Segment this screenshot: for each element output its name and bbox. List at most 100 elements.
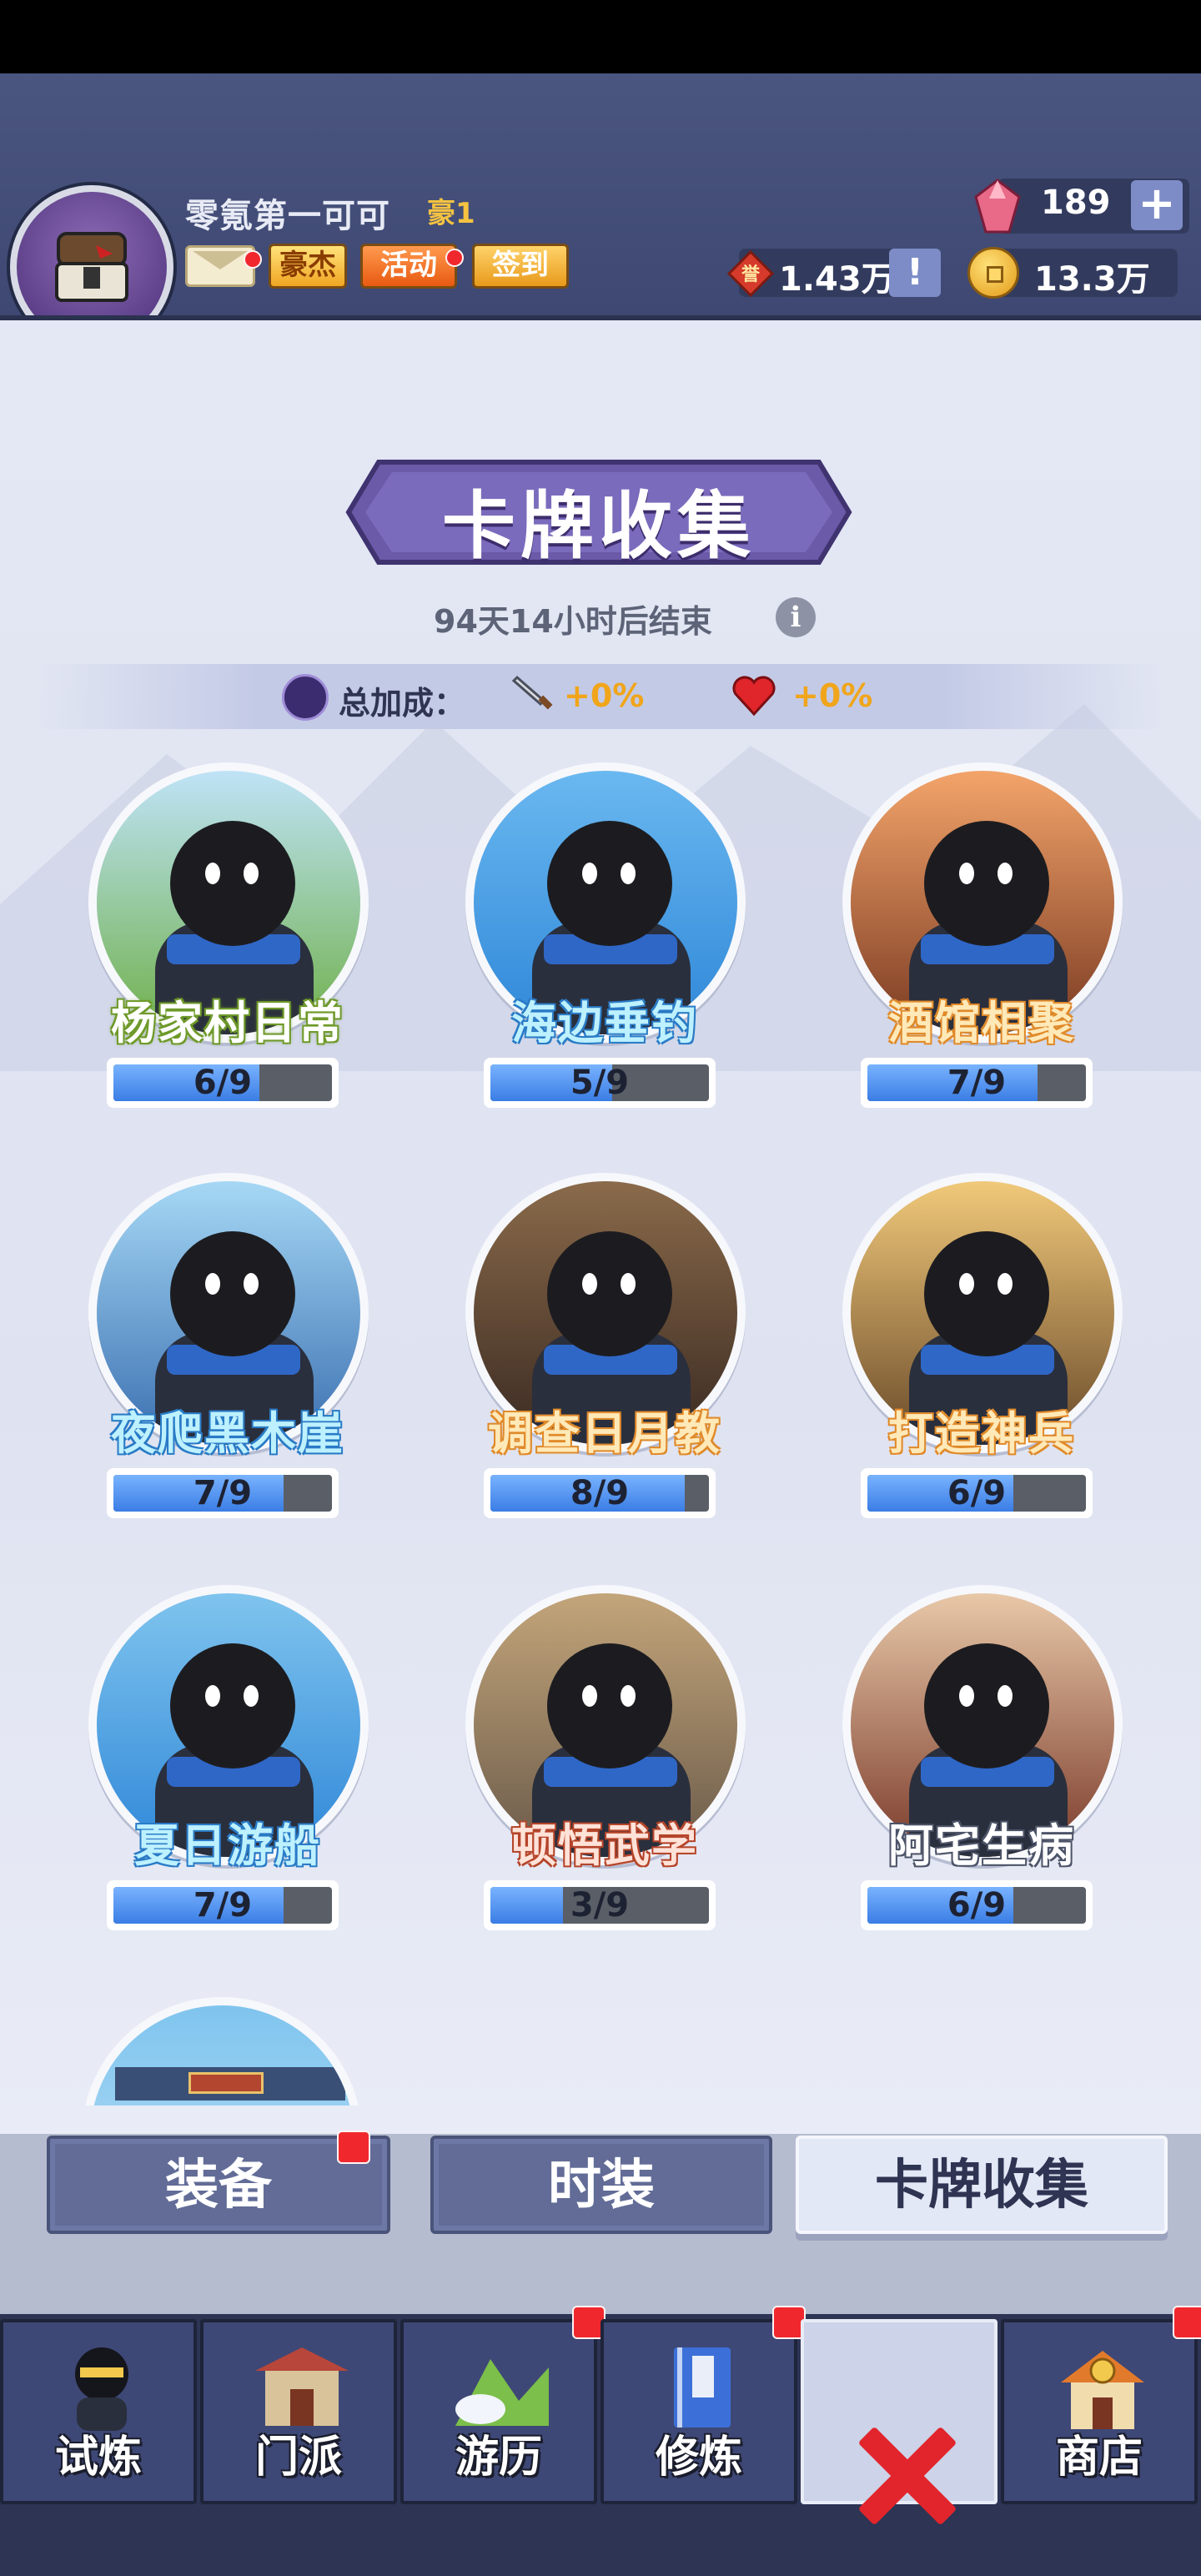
coin-count: 13.3万	[1034, 260, 1150, 299]
card-name: 打造神兵	[888, 1407, 1075, 1460]
card-illustration	[82, 1997, 362, 2106]
equipment-notification-dot	[337, 2131, 370, 2164]
card-name: 杨家村日常	[111, 997, 344, 1049]
hp-bonus-value: +0%	[792, 677, 873, 714]
card-name: 海边垂钓	[511, 997, 698, 1049]
app-screen: 零氪第一可可 豪1 豪杰 活动 签到 189 + 誉 1.43万 ! 13.3万…	[0, 73, 1201, 2576]
activity-notification-dot	[445, 249, 464, 267]
character-eye	[621, 1685, 636, 1707]
card-item[interactable]: 顿悟武学 3/9	[459, 1585, 751, 1952]
card-progress-count: 8/9	[570, 1475, 630, 1512]
card-progress-bar: 6/9	[861, 1880, 1093, 1930]
nav-shop[interactable]: 商店	[1001, 2319, 1198, 2504]
character-head	[170, 1643, 295, 1768]
character-head	[547, 1231, 672, 1356]
card-name: 夜爬黑木崖	[111, 1407, 344, 1460]
card-item[interactable]: 调查日月教 8/9	[459, 1173, 751, 1540]
status-bar	[0, 0, 1201, 73]
card-item[interactable]: 阿宅生病 6/9	[836, 1585, 1128, 1952]
character-eye	[582, 863, 597, 884]
nav-trial[interactable]: 试炼	[0, 2319, 197, 2504]
character-eye	[205, 863, 220, 884]
card-progress-bar: 6/9	[107, 1058, 339, 1108]
character-eye	[997, 1273, 1013, 1295]
mail-icon[interactable]	[185, 245, 255, 287]
mail-notification-dot	[244, 250, 262, 269]
card-item[interactable]: 酒馆相聚 7/9	[836, 762, 1128, 1130]
card-progress-bar: 3/9	[484, 1880, 716, 1930]
heart-icon	[732, 676, 776, 717]
progress-track: 6/9	[867, 1475, 1086, 1512]
card-item[interactable]: 打造神兵 6/9	[836, 1173, 1128, 1540]
treasure-chest-icon	[55, 232, 128, 302]
card-name: 酒馆相聚	[888, 997, 1075, 1049]
character-eye	[582, 1273, 597, 1295]
signin-button[interactable]: 签到	[472, 244, 569, 289]
card-name: 阿宅生病	[888, 1819, 1075, 1872]
character-eye	[244, 1273, 259, 1295]
card-progress-count: 5/9	[570, 1064, 630, 1101]
card-item-partial[interactable]	[82, 1997, 362, 2106]
attack-bonus-value: +0%	[564, 677, 645, 714]
nav-travel-label: 游历	[455, 2433, 542, 2483]
card-item[interactable]: 夏日游船 7/9	[82, 1585, 374, 1952]
card-item[interactable]: 杨家村日常 6/9	[82, 762, 374, 1130]
total-bonus-label: 总加成：	[339, 685, 466, 722]
card-progress-bar: 7/9	[107, 1880, 339, 1930]
character-eye	[244, 863, 259, 884]
nav-cultivate[interactable]: 修炼	[600, 2319, 797, 2504]
mountain-icon	[455, 2359, 549, 2426]
card-progress-bar: 7/9	[107, 1468, 339, 1518]
character-head	[547, 1643, 672, 1768]
character-eye	[582, 1685, 597, 1707]
progress-track: 7/9	[867, 1064, 1086, 1101]
panel-title: 卡牌收集	[441, 483, 756, 569]
card-collection-panel: 卡牌收集 94天14小时后结束 i 总加成： +0% +0% 杨家村日常 6/9 海…	[0, 315, 1201, 2134]
info-icon[interactable]: i	[776, 597, 816, 637]
card-item[interactable]: 夜爬黑木崖 7/9	[82, 1173, 374, 1540]
vip-level: 豪1	[427, 197, 475, 230]
activity-button[interactable]: 活动	[360, 244, 457, 289]
card-name: 顿悟武学	[511, 1819, 698, 1872]
card-item[interactable]: 海边垂钓 5/9	[459, 762, 751, 1130]
character-eye	[621, 1273, 636, 1295]
nav-travel[interactable]: 游历	[400, 2319, 597, 2504]
sword-icon	[511, 675, 553, 710]
card-progress-bar: 7/9	[861, 1058, 1093, 1108]
character-head	[924, 1231, 1049, 1356]
card-name: 夏日游船	[134, 1819, 321, 1872]
card-progress-bar: 5/9	[484, 1058, 716, 1108]
progress-track: 7/9	[113, 1475, 332, 1512]
character-eye	[997, 863, 1013, 884]
temple-icon	[255, 2347, 349, 2426]
shop-icon	[1061, 2351, 1144, 2429]
card-progress-count: 6/9	[947, 1475, 1007, 1512]
card-progress-count: 7/9	[193, 1475, 253, 1512]
close-icon[interactable]	[852, 2424, 956, 2528]
card-progress-count: 3/9	[570, 1887, 630, 1924]
character-eye	[205, 1273, 220, 1295]
progress-track: 5/9	[490, 1064, 709, 1101]
gem-count: 189	[1041, 184, 1111, 222]
honor-badge-glyph: 誉	[741, 264, 761, 285]
progress-track: 8/9	[490, 1475, 709, 1512]
honor-info-button[interactable]: !	[889, 249, 941, 297]
haojie-button[interactable]: 豪杰	[269, 244, 347, 289]
tab-card-collection[interactable]: 卡牌收集	[796, 2136, 1168, 2234]
nav-sect[interactable]: 门派	[200, 2319, 397, 2504]
tab-fashion[interactable]: 时装	[430, 2136, 772, 2234]
card-progress-count: 7/9	[193, 1887, 253, 1924]
nav-cultivate-label: 修炼	[655, 2433, 742, 2483]
add-gems-button[interactable]: +	[1131, 180, 1183, 230]
character-head	[547, 821, 672, 946]
character-head	[924, 821, 1049, 946]
nav-sect-label: 门派	[254, 2433, 342, 2483]
character-eye	[959, 863, 974, 884]
bonus-badge-icon	[282, 674, 329, 721]
character-eye	[997, 1685, 1013, 1707]
character-head	[170, 821, 295, 946]
progress-track: 6/9	[867, 1887, 1086, 1924]
honor-badge-icon: 誉	[727, 250, 774, 297]
nav-shop-label: 商店	[1055, 2433, 1143, 2483]
manual-book-icon	[674, 2347, 731, 2428]
